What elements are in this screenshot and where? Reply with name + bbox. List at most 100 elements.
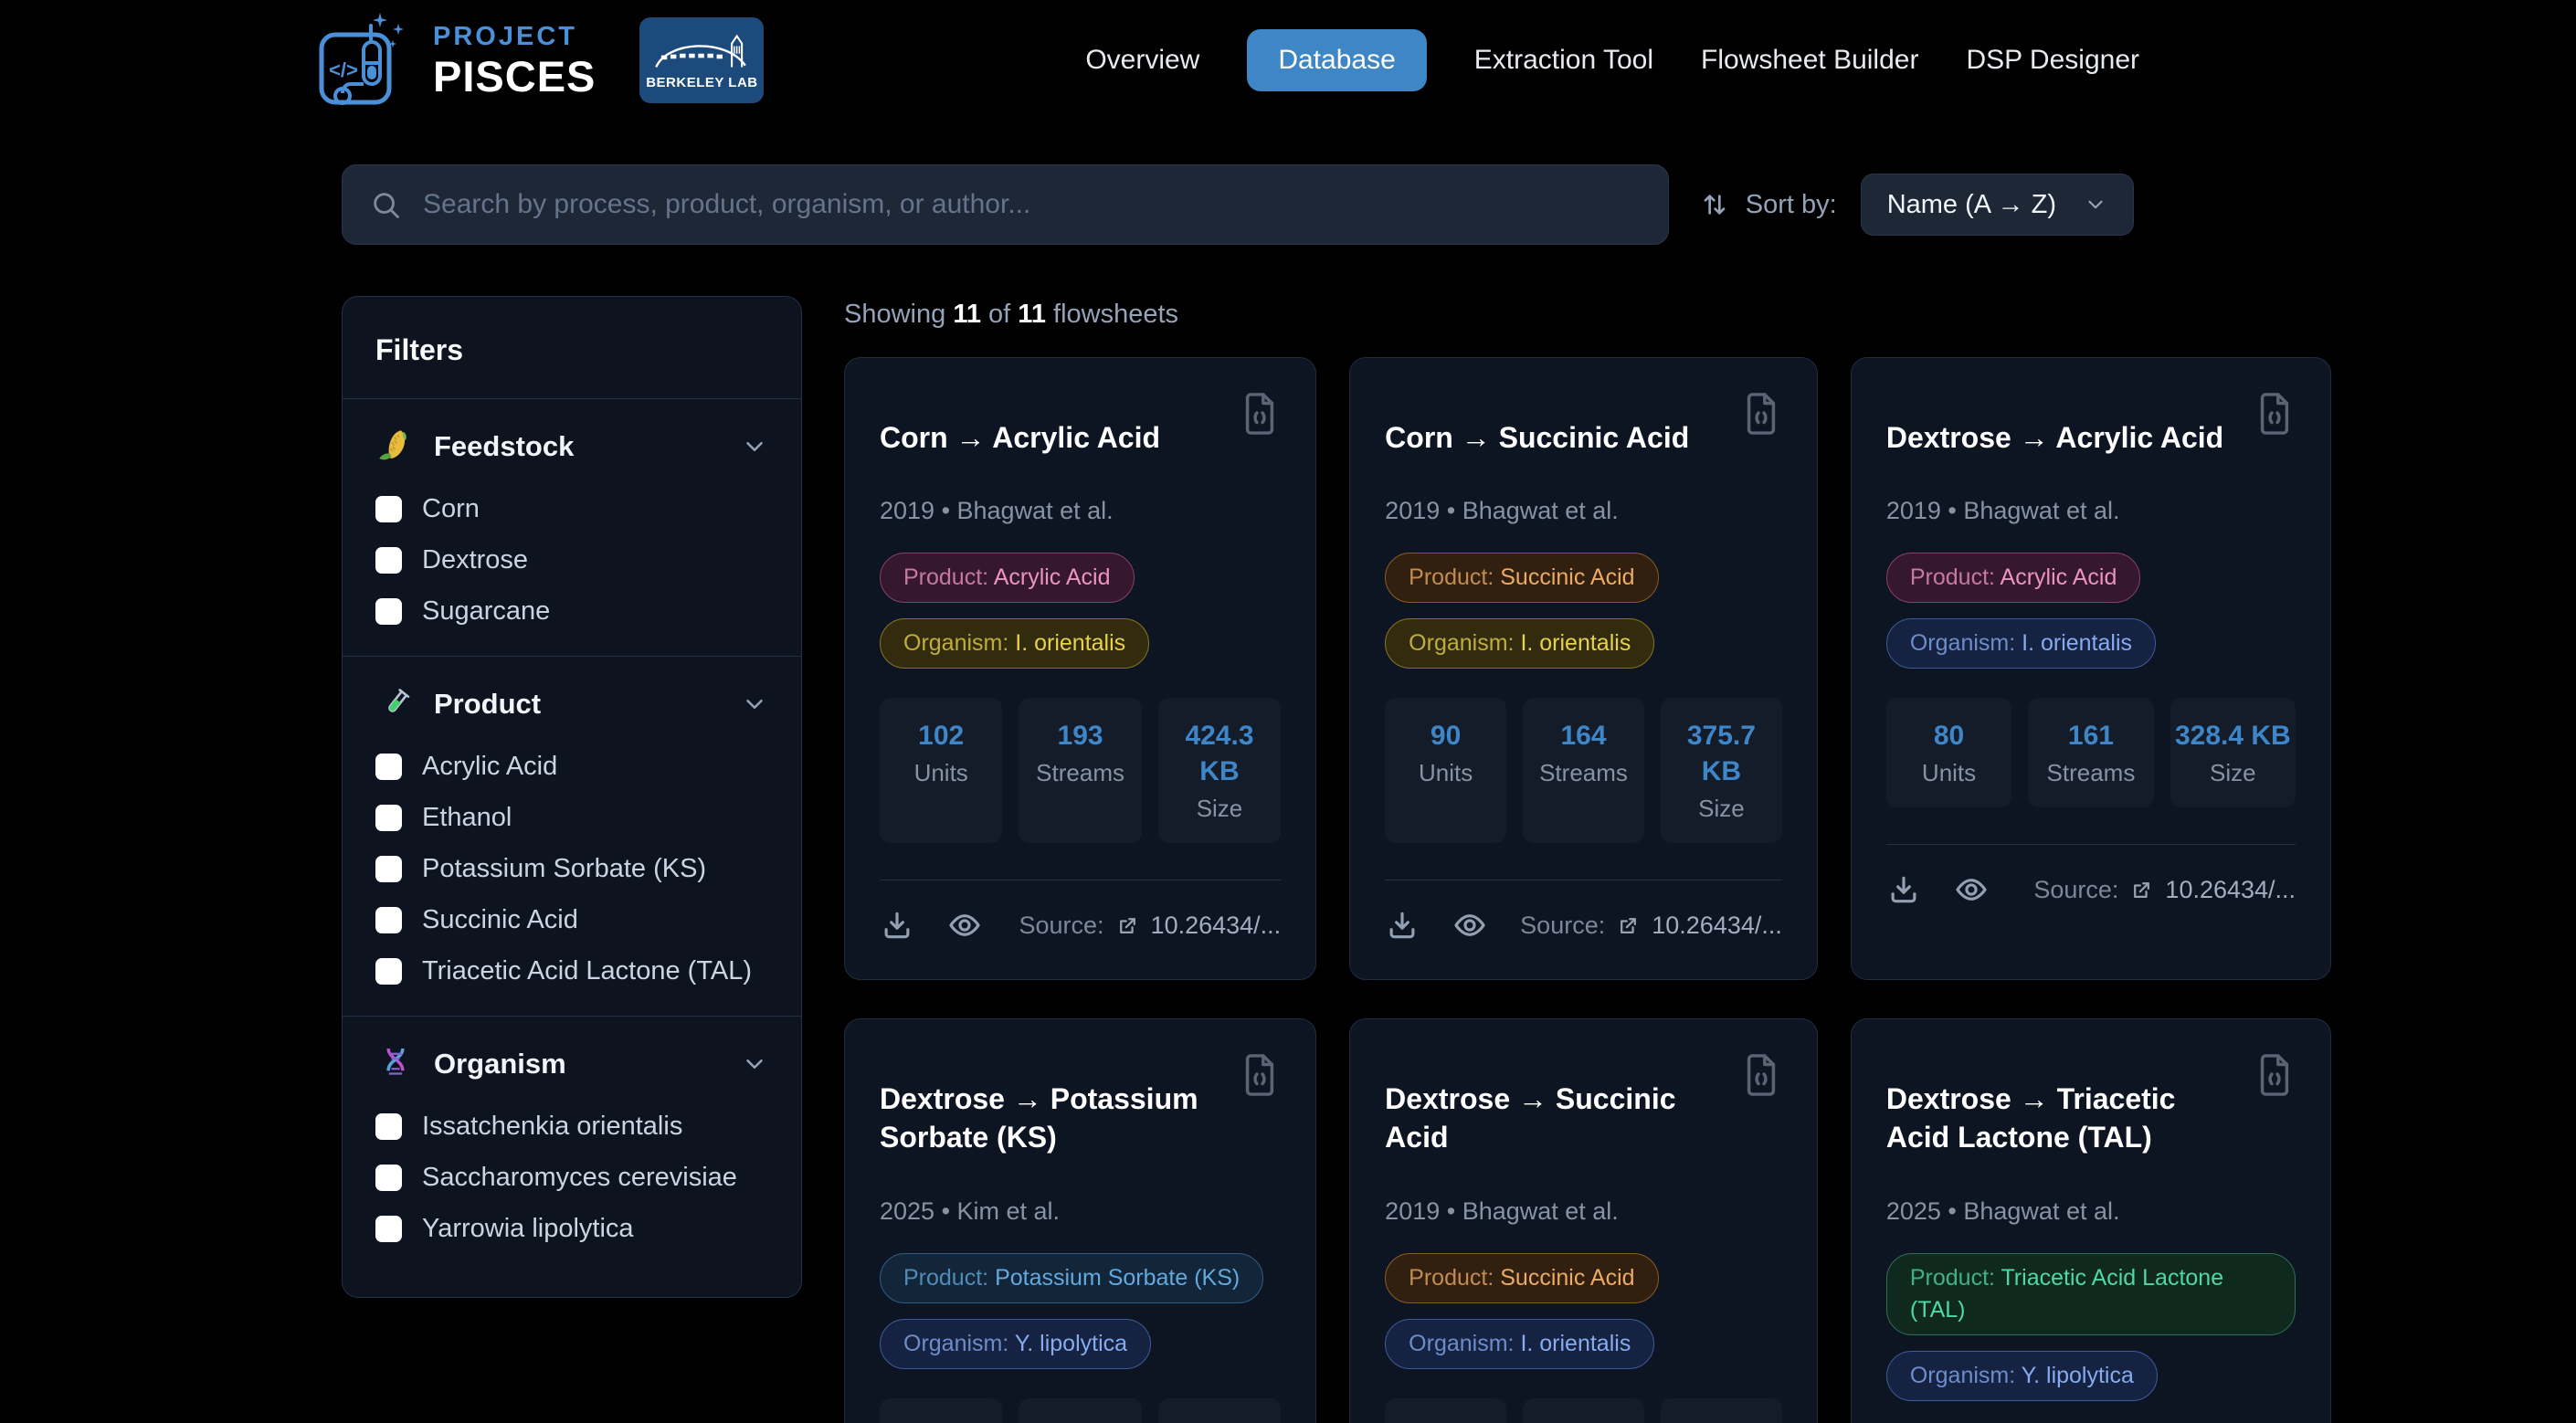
eye-icon[interactable] <box>947 908 982 943</box>
card-stats: 80 Units 161 Streams 328.4 KB Size <box>1886 698 2296 807</box>
source-link[interactable]: Source: 10.26434/... <box>1520 912 1782 940</box>
organism-badge: Organism: I. orientalis <box>1385 618 1654 669</box>
filter-section-title: Feedstock <box>434 430 723 463</box>
results-total: 11 <box>1018 300 1046 329</box>
filter-option-potassium-sorbate-ks[interactable]: Potassium Sorbate (KS) <box>375 854 768 884</box>
card-title: Dextrose → Succinic Acid <box>1385 1080 1726 1156</box>
toolbar: Sort by: Name (A → Z) <box>342 164 2134 245</box>
filter-option-label: Triacetic Acid Lactone (TAL) <box>422 956 752 986</box>
organism-badge: Organism: Y. lipolytica <box>1886 1351 2158 1401</box>
filter-section-header[interactable]: Feedstock <box>375 427 768 467</box>
eye-icon[interactable] <box>1954 872 1989 907</box>
product-badge: Product: Succinic Acid <box>1385 1253 1658 1303</box>
test-tube-icon <box>375 684 416 724</box>
card-meta: 2019 • Bhagwat et al. <box>1385 1197 1782 1226</box>
card-footer: Source: 10.26434/... <box>880 908 1281 943</box>
filter-option-label: Potassium Sorbate (KS) <box>422 854 706 884</box>
source-link[interactable]: Source: 10.26434/... <box>1019 912 1281 940</box>
card-footer: Source: 10.26434/... <box>1385 908 1782 943</box>
eye-icon[interactable] <box>1452 908 1487 943</box>
streams-stat: 193 Streams <box>1019 698 1141 843</box>
units-stat: 111 Units <box>880 1398 1002 1423</box>
filter-option-dextrose[interactable]: Dextrose <box>375 545 768 575</box>
card-meta: 2025 • Kim et al. <box>880 1197 1281 1226</box>
card-badges: Product: Succinic Acid Organism: I. orie… <box>1385 553 1782 669</box>
sort-label: Sort by: <box>1746 190 1837 220</box>
card-meta: 2019 • Bhagwat et al. <box>880 497 1281 525</box>
card-title: Corn → Succinic Acid <box>1385 418 1726 457</box>
filter-option-corn[interactable]: Corn <box>375 494 768 524</box>
filter-option-sugarcane[interactable]: Sugarcane <box>375 596 768 627</box>
checkbox-potassium-sorbate-ks[interactable] <box>375 856 402 882</box>
card-header: Dextrose → Triacetic Acid Lactone (TAL) <box>1886 1050 2296 1186</box>
brand: </> PROJECT PISCES <box>316 11 764 110</box>
search-input[interactable] <box>421 188 1641 221</box>
filter-option-yarrowia-lipolytica[interactable]: Yarrowia lipolytica <box>375 1214 768 1244</box>
units-stat: 90 Units <box>1385 698 1506 843</box>
card-header: Dextrose → Potassium Sorbate (KS) <box>880 1050 1281 1186</box>
flowsheet-card-dextrose-triacetic-acid-lactone-tal: Dextrose → Triacetic Acid Lactone (TAL) … <box>1851 1018 2331 1423</box>
file-code-icon <box>1740 391 1782 437</box>
sort-select[interactable]: Name (A → Z) <box>1861 174 2134 236</box>
filter-option-acrylic-acid[interactable]: Acrylic Acid <box>375 752 768 782</box>
nav-item-extraction-tool[interactable]: Extraction Tool <box>1474 45 1653 76</box>
file-code-icon <box>2254 391 2296 437</box>
nav-item-dsp-designer[interactable]: DSP Designer <box>1966 45 2139 76</box>
checkbox-dextrose[interactable] <box>375 547 402 574</box>
checkbox-succinic-acid[interactable] <box>375 907 402 933</box>
streams-stat: 217 Streams <box>1019 1398 1141 1423</box>
card-meta: 2019 • Bhagwat et al. <box>1385 497 1782 525</box>
checkbox-issatchenkia-orientalis[interactable] <box>375 1113 402 1140</box>
chevron-down-icon <box>741 433 768 460</box>
checkbox-acrylic-acid[interactable] <box>375 754 402 780</box>
download-icon[interactable] <box>880 908 914 943</box>
checkbox-yarrowia-lipolytica[interactable] <box>375 1216 402 1242</box>
download-icon[interactable] <box>1385 908 1420 943</box>
filter-option-label: Sugarcane <box>422 596 550 627</box>
streams-stat: 161 Streams <box>2028 698 2153 807</box>
filter-option-label: Saccharomyces cerevisiae <box>422 1163 737 1193</box>
results-count-suffix: flowsheets <box>1053 300 1178 329</box>
nav-item-database[interactable]: Database <box>1247 29 1426 91</box>
checkbox-saccharomyces-cerevisiae[interactable] <box>375 1165 402 1191</box>
source-doi: 10.26434/... <box>2165 876 2296 904</box>
filter-section-title: Product <box>434 688 723 721</box>
card-badges: Product: Triacetic Acid Lactone (TAL) Or… <box>1886 1253 2296 1401</box>
filter-option-saccharomyces-cerevisiae[interactable]: Saccharomyces cerevisiae <box>375 1163 768 1193</box>
sort-group: Sort by: Name (A → Z) <box>1700 174 2134 236</box>
streams-stat: 132 Streams <box>1523 1398 1644 1423</box>
download-icon[interactable] <box>1886 872 1921 907</box>
checkbox-sugarcane[interactable] <box>375 598 402 625</box>
filter-option-triacetic-acid-lactone-tal[interactable]: Triacetic Acid Lactone (TAL) <box>375 956 768 986</box>
filter-section-header[interactable]: Product <box>375 684 768 724</box>
size-stat: 262.1 KB Size <box>1661 1398 1782 1423</box>
filter-section-title: Organism <box>434 1048 723 1080</box>
filters-title: Filters <box>375 333 768 367</box>
checkbox-corn[interactable] <box>375 496 402 522</box>
external-link-icon <box>1616 913 1641 938</box>
nav-item-overview[interactable]: Overview <box>1085 45 1199 76</box>
checkbox-ethanol[interactable] <box>375 805 402 831</box>
filter-option-issatchenkia-orientalis[interactable]: Issatchenkia orientalis <box>375 1112 768 1142</box>
product-badge: Product: Potassium Sorbate (KS) <box>880 1253 1263 1303</box>
size-stat: 454.1 KB Size <box>1158 1398 1281 1423</box>
filter-section-header[interactable]: Organism <box>375 1044 768 1084</box>
chevron-down-icon <box>2084 193 2107 216</box>
filter-option-succinic-acid[interactable]: Succinic Acid <box>375 905 768 935</box>
search-box[interactable] <box>342 164 1669 245</box>
checkbox-triacetic-acid-lactone-tal[interactable] <box>375 958 402 985</box>
source-doi: 10.26434/... <box>1151 912 1282 940</box>
brand-text: PROJECT PISCES <box>433 24 596 98</box>
card-title: Dextrose → Acrylic Acid <box>1886 418 2239 457</box>
sort-arrows-icon <box>1700 190 1729 219</box>
source-link[interactable]: Source: 10.26434/... <box>2033 876 2296 904</box>
flowsheet-grid: Corn → Acrylic Acid 2019 • Bhagwat et al… <box>844 357 2134 1423</box>
units-stat: 80 Units <box>1886 698 2011 807</box>
header: </> PROJECT PISCES <box>0 0 2576 121</box>
nav-item-flowsheet-builder[interactable]: Flowsheet Builder <box>1701 45 1918 76</box>
filter-section-organism: Organism Issatchenkia orientalis Sacchar… <box>343 1016 801 1273</box>
filter-option-ethanol[interactable]: Ethanol <box>375 803 768 833</box>
file-code-icon <box>2254 1052 2296 1098</box>
filter-option-label: Ethanol <box>422 803 512 833</box>
units-stat: 102 Units <box>880 698 1002 843</box>
